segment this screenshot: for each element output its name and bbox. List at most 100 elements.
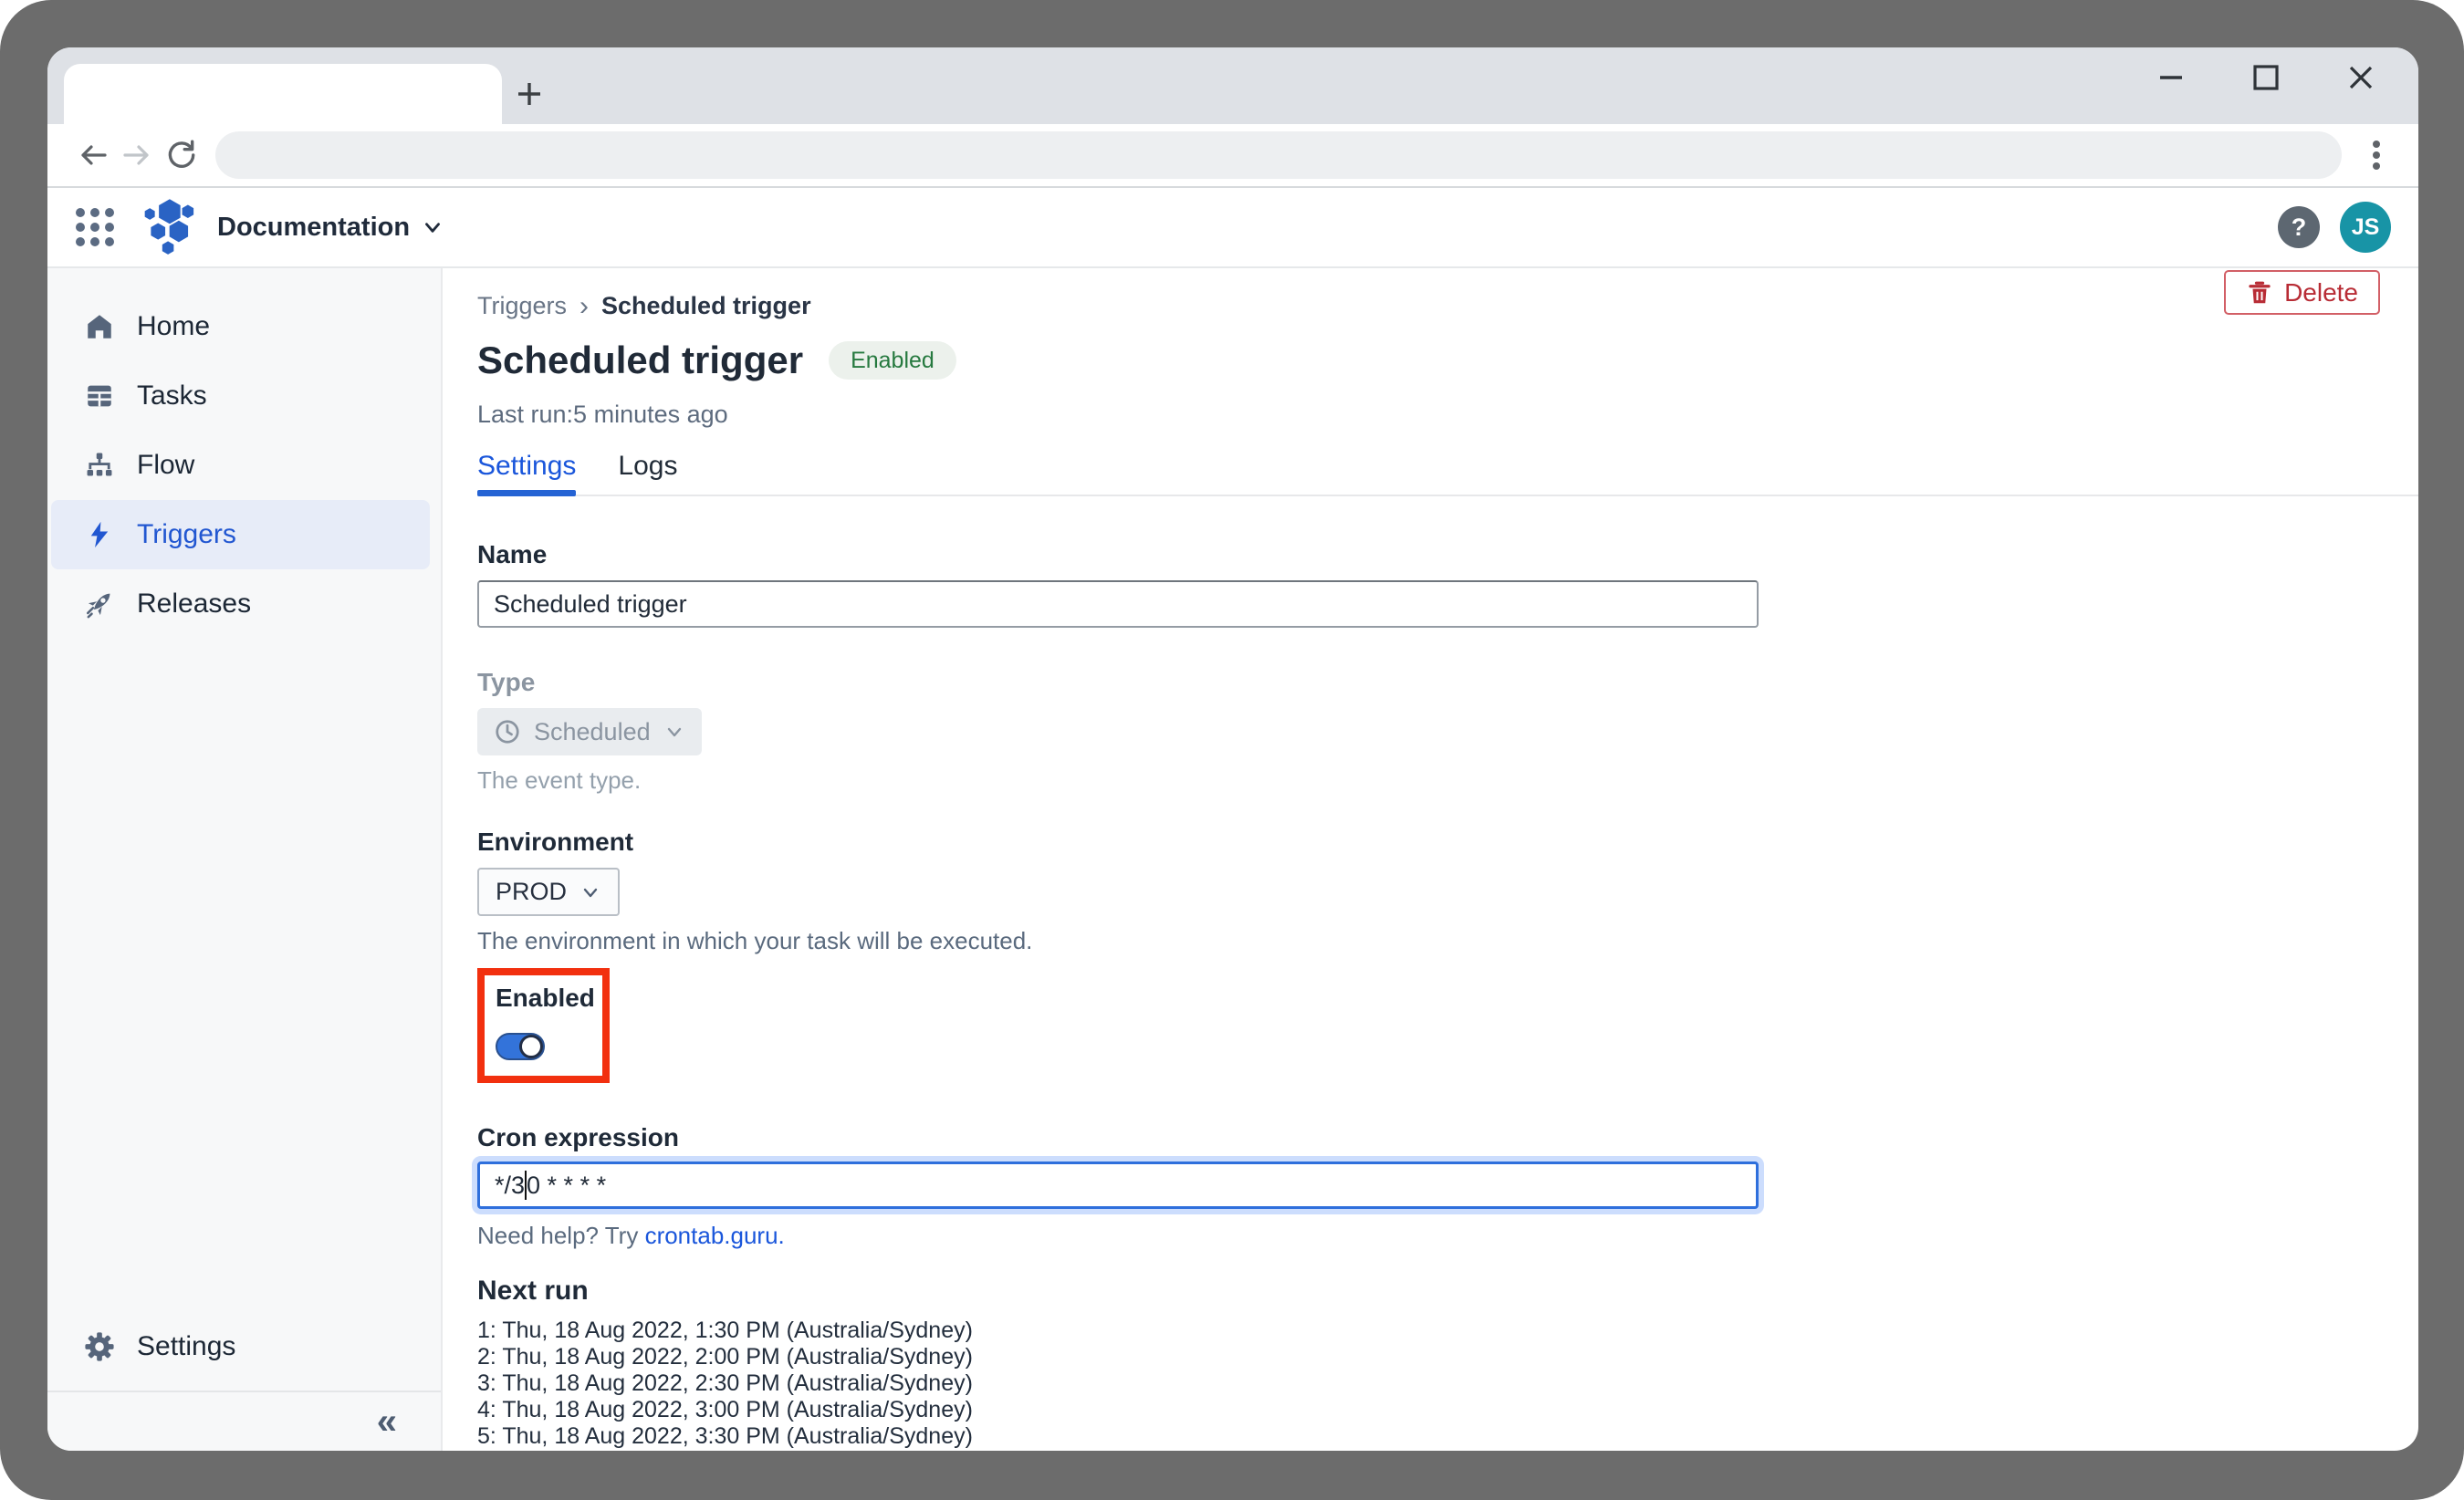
next-run-entry: 1: Thu, 18 Aug 2022, 1:30 PM (Australia/… [477, 1318, 973, 1343]
rocket-icon [82, 587, 117, 621]
sidebar: Home Tasks Flow Triggers Releases Settin… [47, 268, 443, 1451]
status-badge: Enabled [829, 341, 956, 380]
sidebar-item-triggers[interactable]: Triggers [51, 500, 430, 569]
next-run-entry: 2: Thu, 18 Aug 2022, 2:00 PM (Australia/… [477, 1344, 973, 1370]
new-tab-button[interactable] [502, 64, 557, 124]
browser-tab-strip [47, 47, 2418, 124]
help-icon: ? [2291, 213, 2307, 241]
name-input[interactable]: Scheduled trigger [477, 580, 1759, 628]
screenshot-frame: Documentation ? JS Home Tasks Flow Trigg… [0, 0, 2464, 1500]
chevron-down-icon [583, 888, 598, 897]
delete-button-label: Delete [2284, 277, 2358, 307]
gear-icon [82, 1329, 117, 1364]
sidebar-bottom: Settings « [47, 1312, 441, 1451]
trash-icon [2249, 281, 2271, 303]
cron-label: Cron expression [477, 1123, 679, 1151]
sidebar-item-label: Settings [137, 1331, 236, 1361]
refresh-button[interactable] [159, 133, 203, 177]
cron-input[interactable]: */3 0 * * * * [477, 1161, 1759, 1209]
sidebar-item-label: Releases [137, 589, 252, 619]
url-bar[interactable] [215, 131, 2342, 179]
next-run-list: 1: Thu, 18 Aug 2022, 1:30 PM (Australia/… [477, 1318, 2391, 1450]
chevron-down-icon [667, 727, 681, 737]
browser-tab[interactable] [64, 64, 502, 124]
content-tabs: Settings Logs [477, 451, 2391, 496]
type-label: Type [477, 668, 536, 696]
environment-select-value: PROD [496, 878, 568, 905]
next-run-entry: 3: Thu, 18 Aug 2022, 2:30 PM (Australia/… [477, 1370, 973, 1396]
chevron-down-icon[interactable] [421, 215, 444, 239]
enabled-label: Enabled [496, 984, 595, 1012]
sidebar-item-settings[interactable]: Settings [51, 1312, 430, 1381]
type-select: Scheduled [477, 708, 702, 755]
breadcrumb: Triggers › Scheduled trigger [477, 292, 2391, 320]
browser-navbar [47, 124, 2418, 188]
sidebar-item-label: Flow [137, 450, 195, 480]
annotation-highlight-box: Enabled [477, 968, 610, 1083]
breadcrumb-parent[interactable]: Triggers [477, 292, 567, 320]
crontab-guru-link[interactable]: crontab.guru. [645, 1222, 785, 1249]
type-help-text: The event type. [477, 766, 642, 794]
sidebar-item-home[interactable]: Home [51, 292, 430, 361]
minimize-icon [2160, 76, 2182, 79]
breadcrumb-separator-icon: › [579, 290, 590, 321]
avatar-initials: JS [2351, 214, 2380, 240]
sidebar-item-label: Triggers [137, 519, 236, 549]
maximize-button[interactable] [2245, 57, 2287, 99]
delete-button[interactable]: Delete [2224, 270, 2380, 315]
minimize-button[interactable] [2150, 57, 2192, 99]
workspace-name[interactable]: Documentation [217, 213, 410, 243]
environment-label: Environment [477, 828, 634, 856]
breadcrumb-current: Scheduled trigger [601, 292, 811, 319]
name-label: Name [477, 540, 548, 568]
sidebar-item-tasks[interactable]: Tasks [51, 361, 430, 431]
close-icon [2349, 66, 2373, 89]
sidebar-collapse-row: « [47, 1392, 441, 1451]
next-run-label: Next run [477, 1276, 589, 1306]
maximize-icon [2253, 65, 2279, 90]
window-controls [2150, 47, 2382, 108]
plus-icon [518, 83, 540, 105]
back-arrow-icon [81, 145, 107, 165]
home-icon [82, 309, 117, 344]
back-button[interactable] [71, 133, 115, 177]
browser-window: Documentation ? JS Home Tasks Flow Trigg… [47, 47, 2418, 1451]
avatar[interactable]: JS [2340, 202, 2391, 253]
tab-logs[interactable]: Logs [618, 451, 677, 495]
lightning-icon [82, 517, 117, 552]
forward-arrow-icon [123, 145, 149, 165]
kebab-menu-icon [2373, 137, 2380, 173]
tab-settings[interactable]: Settings [477, 451, 577, 496]
sidebar-item-label: Tasks [137, 380, 207, 411]
forward-button[interactable] [115, 133, 159, 177]
enabled-toggle[interactable] [496, 1033, 545, 1060]
next-run-entry: 5: Thu, 18 Aug 2022, 3:30 PM (Australia/… [477, 1423, 973, 1449]
name-input-value: Scheduled trigger [494, 589, 687, 618]
tasks-icon [82, 379, 117, 413]
app-header: Documentation ? JS [47, 188, 2418, 268]
refresh-icon [168, 140, 195, 168]
hexagon-cluster-logo [144, 199, 194, 255]
environment-select[interactable]: PROD [477, 868, 621, 916]
app-body: Home Tasks Flow Triggers Releases Settin… [47, 268, 2418, 1451]
type-select-value: Scheduled [534, 717, 651, 745]
sidebar-item-flow[interactable]: Flow [51, 431, 430, 500]
sidebar-item-releases[interactable]: Releases [51, 569, 430, 639]
apps-grid-icon[interactable] [73, 205, 117, 249]
cron-help-text: Need help? Try crontab.guru. [477, 1222, 2391, 1250]
last-run-text: Last run:5 minutes ago [477, 401, 728, 428]
toggle-knob [519, 1035, 543, 1058]
tabs-divider [477, 495, 2418, 496]
next-run-entry: 4: Thu, 18 Aug 2022, 3:00 PM (Australia/… [477, 1397, 973, 1422]
cron-input-value-before-cursor: */3 [495, 1171, 526, 1199]
clock-icon [496, 720, 519, 744]
close-button[interactable] [2340, 57, 2382, 99]
title-row: Scheduled trigger Enabled [477, 339, 2391, 382]
browser-menu-button[interactable] [2358, 133, 2395, 177]
flow-icon [82, 448, 117, 483]
help-button[interactable]: ? [2278, 206, 2320, 248]
collapse-sidebar-icon[interactable]: « [377, 1403, 397, 1440]
environment-help-text: The environment in which your task will … [477, 927, 1033, 954]
page-title: Scheduled trigger [477, 339, 804, 381]
main-content: Delete Triggers › Scheduled trigger Sche… [443, 268, 2418, 1451]
